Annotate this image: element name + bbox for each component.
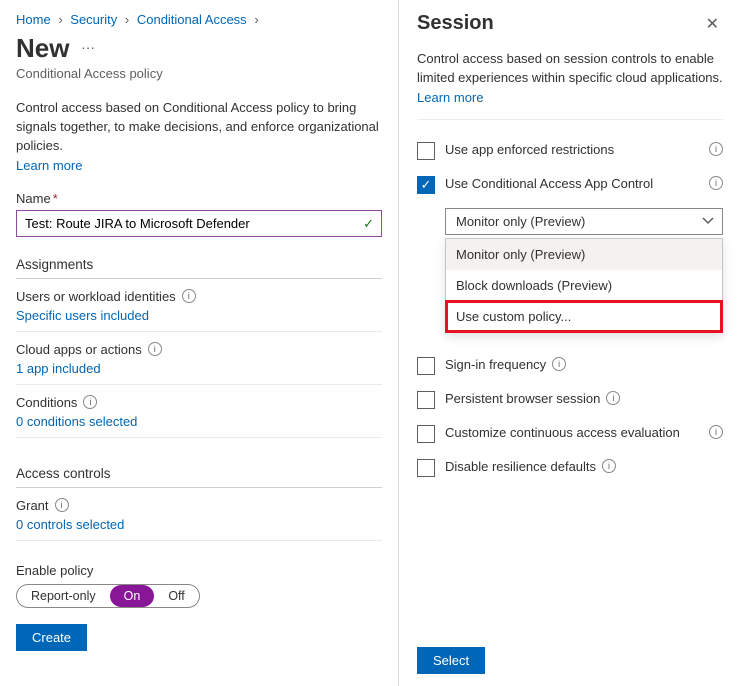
chevron-right-icon: ›: [254, 12, 258, 27]
checkbox-label: Sign-in frequency: [445, 357, 546, 372]
breadcrumb: Home › Security › Conditional Access ›: [16, 12, 382, 27]
info-icon[interactable]: i: [709, 176, 723, 190]
chevron-down-icon: [702, 215, 714, 227]
access-controls-heading: Access controls: [16, 466, 382, 488]
toggle-report-only[interactable]: Report-only: [17, 585, 110, 607]
apps-row[interactable]: Cloud apps or actions i: [16, 342, 382, 357]
enable-policy-label: Enable policy: [16, 563, 382, 578]
session-panel: Session ✕ Control access based on sessio…: [398, 0, 741, 686]
select-button[interactable]: Select: [417, 647, 485, 674]
checkbox-app-enforced[interactable]: [417, 142, 435, 160]
checkbox-continuous-access[interactable]: [417, 425, 435, 443]
name-label: Name*: [16, 191, 382, 206]
dropdown-option-custom[interactable]: Use custom policy...: [446, 301, 722, 332]
toggle-off[interactable]: Off: [154, 585, 198, 607]
info-icon[interactable]: i: [148, 342, 162, 356]
info-icon[interactable]: i: [709, 425, 723, 439]
divider: [417, 119, 723, 120]
breadcrumb-security[interactable]: Security: [70, 12, 117, 27]
breadcrumb-home[interactable]: Home: [16, 12, 51, 27]
panel-description: Control access based on session controls…: [417, 50, 723, 88]
checkbox-label: Customize continuous access evaluation: [445, 425, 680, 440]
app-control-dropdown: Monitor only (Preview) Block downloads (…: [445, 238, 723, 333]
dropdown-option-block[interactable]: Block downloads (Preview): [446, 270, 722, 301]
policy-name-input[interactable]: [16, 210, 382, 237]
checkbox-label: Disable resilience defaults: [445, 459, 596, 474]
conditions-value-link[interactable]: 0 conditions selected: [16, 414, 137, 429]
main-pane: Home › Security › Conditional Access › N…: [0, 0, 398, 686]
info-icon[interactable]: i: [606, 391, 620, 405]
assignments-heading: Assignments: [16, 257, 382, 279]
learn-more-link[interactable]: Learn more: [16, 158, 82, 173]
apps-value-link[interactable]: 1 app included: [16, 361, 101, 376]
users-row[interactable]: Users or workload identities i: [16, 289, 382, 304]
breadcrumb-conditional-access[interactable]: Conditional Access: [137, 12, 247, 27]
conditions-label: Conditions: [16, 395, 77, 410]
info-icon[interactable]: i: [55, 498, 69, 512]
info-icon[interactable]: i: [83, 395, 97, 409]
page-title: New: [16, 33, 69, 64]
app-control-select[interactable]: Monitor only (Preview): [445, 208, 723, 235]
conditions-row[interactable]: Conditions i: [16, 395, 382, 410]
checkbox-label: Use Conditional Access App Control: [445, 176, 653, 191]
panel-learn-more-link[interactable]: Learn more: [417, 90, 483, 105]
checkbox-persistent-browser[interactable]: [417, 391, 435, 409]
apps-label: Cloud apps or actions: [16, 342, 142, 357]
page-description: Control access based on Conditional Acce…: [16, 99, 382, 156]
users-value-link[interactable]: Specific users included: [16, 308, 149, 323]
grant-row[interactable]: Grant i: [16, 498, 382, 513]
grant-value-link[interactable]: 0 controls selected: [16, 517, 124, 532]
checkbox-app-control[interactable]: [417, 176, 435, 194]
grant-label: Grant: [16, 498, 49, 513]
page-subtitle: Conditional Access policy: [16, 66, 382, 81]
checkbox-resilience-defaults[interactable]: [417, 459, 435, 477]
info-icon[interactable]: i: [602, 459, 616, 473]
dropdown-option-monitor[interactable]: Monitor only (Preview): [446, 239, 722, 270]
info-icon[interactable]: i: [709, 142, 723, 156]
checkmark-icon: ✓: [363, 216, 374, 232]
create-button[interactable]: Create: [16, 624, 87, 651]
toggle-on[interactable]: On: [110, 585, 155, 607]
panel-title: Session: [417, 12, 494, 35]
close-icon[interactable]: ✕: [702, 12, 723, 36]
required-asterisk: *: [53, 191, 58, 206]
info-icon[interactable]: i: [552, 357, 566, 371]
chevron-right-icon: ›: [58, 12, 62, 27]
checkbox-label: Persistent browser session: [445, 391, 600, 406]
chevron-right-icon: ›: [125, 12, 129, 27]
select-value: Monitor only (Preview): [456, 214, 585, 229]
enable-policy-toggle[interactable]: Report-only On Off: [16, 584, 200, 608]
checkbox-label: Use app enforced restrictions: [445, 142, 614, 157]
users-label: Users or workload identities: [16, 289, 176, 304]
info-icon[interactable]: i: [182, 289, 196, 303]
more-actions-icon[interactable]: ···: [81, 39, 95, 55]
checkbox-signin-frequency[interactable]: [417, 357, 435, 375]
